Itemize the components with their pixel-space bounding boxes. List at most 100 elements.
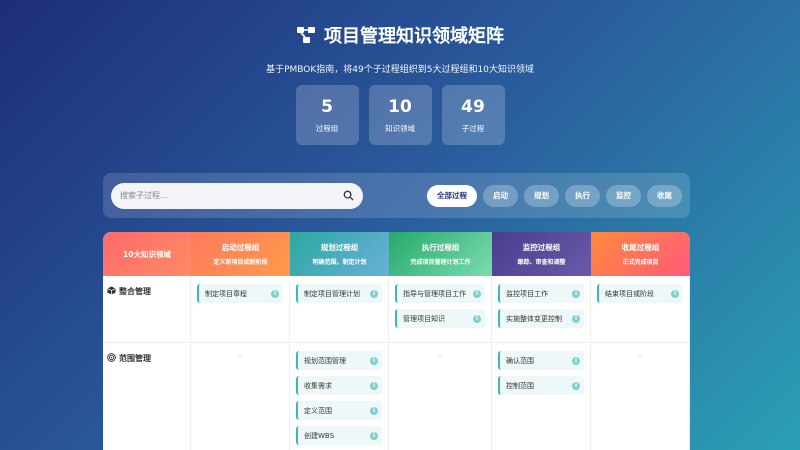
search-icon[interactable] [343,190,354,201]
matrix-cell: 制定项目管理计划 i [290,276,389,343]
process-item[interactable]: 监控项目工作 i [498,284,584,303]
stat-label: 过程组 [315,123,339,133]
empty-marker: - [438,353,442,361]
column-header-subtitle: 完成项目管理计划工作 [410,259,471,266]
info-icon[interactable]: i [473,289,481,298]
info-icon[interactable]: i [473,314,481,323]
stat-value: 10 [388,96,412,117]
process-item[interactable]: 管理项目知识 i [395,309,485,328]
filter-closing-button[interactable]: 收尾 [647,184,682,207]
process-label: 收集需求 [304,381,332,390]
column-header-planning: 规划过程组 明确范围，制定计划 [290,232,389,276]
column-header-monitoring: 监控过程组跟踪、审查和调整 [492,232,591,276]
knowledge-area-cell: 范围管理 [103,343,191,450]
column-header-executing: 执行过程组完成项目管理计划工作 [389,232,492,276]
process-item[interactable]: 控制范围 i [498,376,584,395]
info-icon[interactable]: i [370,431,378,440]
process-item[interactable]: 制定项目管理计划 i [296,284,382,303]
project-diagram-icon [297,27,315,43]
empty-marker: - [238,353,242,361]
info-icon[interactable]: i [370,356,378,365]
process-item[interactable]: 实施整体变更控制 i [498,309,584,328]
info-icon[interactable]: i [370,289,378,298]
stat-label: 知识领域 [385,123,415,133]
page-title: 项目管理知识领域矩阵 [0,22,800,48]
info-icon[interactable]: i [370,406,378,415]
matrix-cell: - [191,343,290,450]
process-item[interactable]: 定义范围 i [296,401,382,420]
process-item[interactable]: 确认范围 i [498,351,584,370]
process-item[interactable]: 制定项目章程 i [197,284,283,303]
filter-initiating-button[interactable]: 启动 [483,184,518,207]
process-label: 监控项目工作 [506,289,548,298]
info-icon[interactable]: i [572,314,580,323]
column-header-subtitle: 正式完成项目 [622,259,659,266]
process-label: 创建WBS [304,431,335,440]
page-header: 项目管理知识领域矩阵 基于PMBOK指南，将49个子过程组织到5大过程组和10大… [0,0,800,145]
matrix-cell: 制定项目章程 i [191,276,290,343]
info-icon[interactable]: i [370,381,378,390]
stat-card-knowledge-areas: 10 知识领域 [368,85,432,145]
matrix-cell: 指导与管理项目工作 i 管理项目知识 i [389,276,492,343]
filter-planning-button[interactable]: 规划 [524,184,559,207]
filter-executing-button[interactable]: 执行 [565,184,600,207]
process-label: 指导与管理项目工作 [403,289,466,298]
filter-all-button[interactable]: 全部过程 [427,184,477,207]
info-icon[interactable]: i [572,381,580,390]
column-header-title: 收尾过程组 [621,243,660,252]
process-label: 控制范围 [506,381,534,390]
info-icon[interactable]: i [572,356,580,365]
process-label: 制定项目管理计划 [304,289,360,298]
cube-icon [107,286,116,297]
knowledge-area-cell: 整合管理 [103,276,191,343]
process-item[interactable]: 规划范围管理 i [296,351,382,370]
process-item[interactable]: 结束项目或阶段 i [597,284,683,303]
process-label: 确认范围 [506,356,534,365]
process-item[interactable]: 指导与管理项目工作 i [395,284,485,303]
filter-toolbar: 全部过程 启动 规划 执行 监控 收尾 [103,173,690,218]
column-header-subtitle: 定义新项目或新阶段 [213,259,268,266]
page-title-text: 项目管理知识领域矩阵 [324,26,504,47]
process-label: 实施整体变更控制 [506,314,562,323]
column-header-title: 10大知识领域 [123,249,171,259]
column-header-title: 监控过程组 [522,243,561,252]
matrix-cell: 确认范围 i 控制范围 i [492,343,591,450]
phase-filters: 全部过程 启动 规划 执行 监控 收尾 [427,184,682,207]
search-input[interactable] [120,191,320,200]
process-label: 规划范围管理 [304,356,346,365]
process-label: 管理项目知识 [403,314,445,323]
stat-value: 49 [461,96,485,117]
process-item[interactable]: 收集需求 i [296,376,382,395]
column-header-title: 启动过程组 [221,243,260,252]
knowledge-area-label: 范围管理 [119,354,151,363]
process-label: 结束项目或阶段 [605,289,654,298]
stats-row: 5 过程组 10 知识领域 49 子过程 [0,85,800,145]
column-header-title: 执行过程组 [421,243,460,252]
filter-monitoring-button[interactable]: 监控 [606,184,641,207]
column-header-title: 规划过程组 [320,243,359,252]
column-header-subtitle: 跟踪、审查和调整 [517,259,566,266]
matrix-cell: 规划范围管理 i 收集需求 i 定义范围 i 创建WBS i [290,343,389,450]
stat-card-process-groups: 5 过程组 [295,85,359,145]
page-subtitle: 基于PMBOK指南，将49个子过程组织到5大过程组和10大知识领域 [266,65,534,75]
matrix-cell: - [591,343,690,450]
info-icon[interactable]: i [572,289,580,298]
column-header-closing: 收尾过程组正式完成项目 [591,232,690,276]
matrix-cell: - [389,343,492,450]
stat-value: 5 [321,96,333,117]
matrix-cell: 结束项目或阶段 i [591,276,690,343]
column-header-initiating: 启动过程组定义新项目或新阶段 [191,232,290,276]
search-box [111,182,363,209]
target-icon [107,353,116,364]
process-label: 制定项目章程 [205,289,247,298]
knowledge-matrix: 10大知识领域 启动过程组 定义新项目或新阶段 规划过程组 明确范围，制定计划 执行过程组… [103,232,690,450]
info-icon[interactable]: i [271,289,279,298]
info-icon[interactable]: i [671,289,679,298]
matrix-grid: 10大知识领域 启动过程组 定义新项目或新阶段 规划过程组 明确范围，制定计划 执行过程组… [103,232,690,450]
process-label: 定义范围 [304,406,332,415]
column-header-knowledge-area: 10大知识领域 [103,232,191,276]
empty-marker: - [638,353,642,361]
process-item[interactable]: 创建WBS i [296,426,382,445]
stat-card-sub-processes: 49 子过程 [441,85,505,145]
knowledge-area-label: 整合管理 [119,287,151,296]
